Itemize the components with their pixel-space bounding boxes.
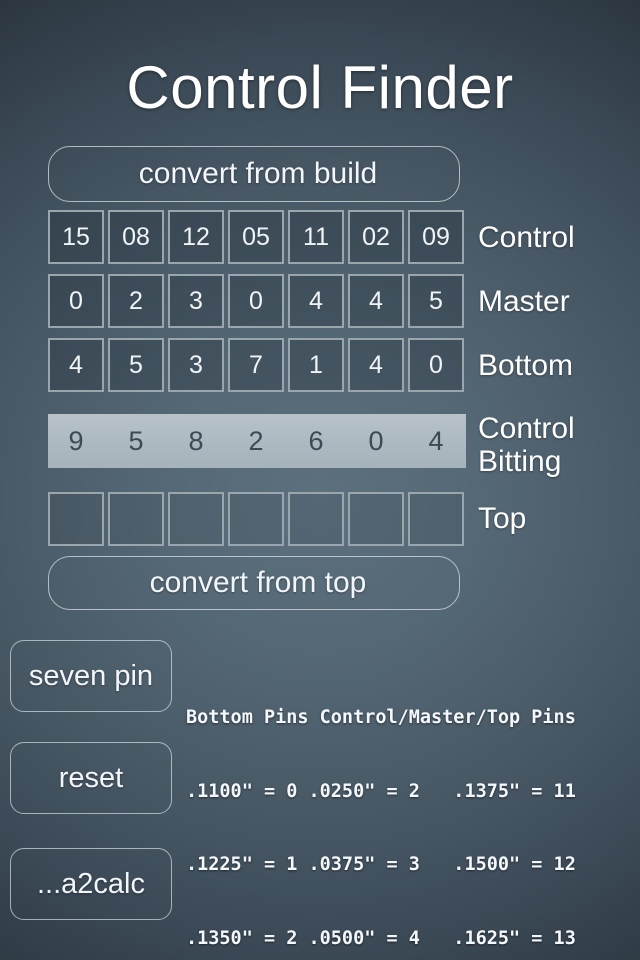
top-cell-6[interactable] bbox=[348, 492, 404, 546]
control-bitting-bar: 9 5 8 2 6 0 4 bbox=[48, 414, 466, 468]
master-cell-4[interactable]: 0 bbox=[228, 274, 284, 328]
master-row: 0 2 3 0 4 4 5 bbox=[48, 274, 466, 328]
bottom-row: 4 5 3 7 1 4 0 bbox=[48, 338, 466, 392]
reference-table-row: .1225" = 1 .0375" = 3 .1500" = 12 bbox=[186, 854, 576, 875]
control-cell-6[interactable]: 02 bbox=[348, 210, 404, 264]
top-cell-2[interactable] bbox=[108, 492, 164, 546]
bottom-row-label: Bottom bbox=[478, 349, 574, 382]
control-cell-2[interactable]: 08 bbox=[108, 210, 164, 264]
a2calc-button[interactable]: ...a2calc bbox=[10, 848, 172, 920]
master-cells: 0 2 3 0 4 4 5 bbox=[48, 274, 466, 328]
master-cell-5[interactable]: 4 bbox=[288, 274, 344, 328]
page-title: Control Finder bbox=[126, 54, 514, 121]
convert-from-top-button[interactable]: convert from top bbox=[48, 556, 460, 610]
control-bitting-value-6: 0 bbox=[368, 425, 384, 456]
control-bitting-value-3: 8 bbox=[188, 425, 204, 456]
reference-table-row: .1100" = 0 .0250" = 2 .1375" = 11 bbox=[186, 780, 576, 802]
control-row: 15 08 12 05 11 02 09 bbox=[48, 210, 466, 264]
bottom-cell-1[interactable]: 4 bbox=[48, 338, 104, 392]
bottom-cell-2[interactable]: 5 bbox=[108, 338, 164, 392]
master-row-label: Master bbox=[478, 285, 570, 318]
bottom-cell-4[interactable]: 7 bbox=[228, 338, 284, 392]
pin-depth-reference-table: Bottom Pins Control/Master/Top Pins .110… bbox=[186, 657, 576, 960]
bottom-cell-5[interactable]: 1 bbox=[288, 338, 344, 392]
bottom-cell-6[interactable]: 4 bbox=[348, 338, 404, 392]
bottom-cell-3[interactable]: 3 bbox=[168, 338, 224, 392]
reference-table-header: Bottom Pins Control/Master/Top Pins bbox=[186, 707, 576, 728]
top-row bbox=[48, 492, 466, 546]
master-cell-1[interactable]: 0 bbox=[48, 274, 104, 328]
top-cell-3[interactable] bbox=[168, 492, 224, 546]
control-bitting-row-label: Control Bitting bbox=[478, 412, 575, 478]
control-cell-7[interactable]: 09 bbox=[408, 210, 464, 264]
control-row-label: Control bbox=[478, 221, 575, 254]
master-cell-2[interactable]: 2 bbox=[108, 274, 164, 328]
control-cell-3[interactable]: 12 bbox=[168, 210, 224, 264]
control-cell-4[interactable]: 05 bbox=[228, 210, 284, 264]
control-bitting-value-1: 9 bbox=[68, 425, 84, 456]
control-bitting-value-4: 2 bbox=[248, 425, 264, 456]
top-row-label: Top bbox=[478, 502, 527, 535]
seven-pin-button[interactable]: seven pin bbox=[10, 640, 172, 712]
master-cell-3[interactable]: 3 bbox=[168, 274, 224, 328]
control-bitting-value-7: 4 bbox=[428, 425, 444, 456]
top-cell-7[interactable] bbox=[408, 492, 464, 546]
bottom-cell-7[interactable]: 0 bbox=[408, 338, 464, 392]
reset-button[interactable]: reset bbox=[10, 742, 172, 814]
master-cell-6[interactable]: 4 bbox=[348, 274, 404, 328]
top-cell-4[interactable] bbox=[228, 492, 284, 546]
master-cell-7[interactable]: 5 bbox=[408, 274, 464, 328]
convert-from-build-button[interactable]: convert from build bbox=[48, 146, 460, 202]
control-bitting-value-5: 6 bbox=[308, 425, 324, 456]
bottom-cells: 4 5 3 7 1 4 0 bbox=[48, 338, 466, 392]
top-cells bbox=[48, 492, 466, 546]
app-screen: Control Finder convert from build 15 08 … bbox=[0, 0, 640, 960]
top-cell-1[interactable] bbox=[48, 492, 104, 546]
control-cell-5[interactable]: 11 bbox=[288, 210, 344, 264]
control-bitting-value-2: 5 bbox=[128, 425, 144, 456]
top-cell-5[interactable] bbox=[288, 492, 344, 546]
reference-table-row: .1350" = 2 .0500" = 4 .1625" = 13 bbox=[186, 927, 576, 949]
control-cell-1[interactable]: 15 bbox=[48, 210, 104, 264]
control-cells: 15 08 12 05 11 02 09 bbox=[48, 210, 466, 264]
